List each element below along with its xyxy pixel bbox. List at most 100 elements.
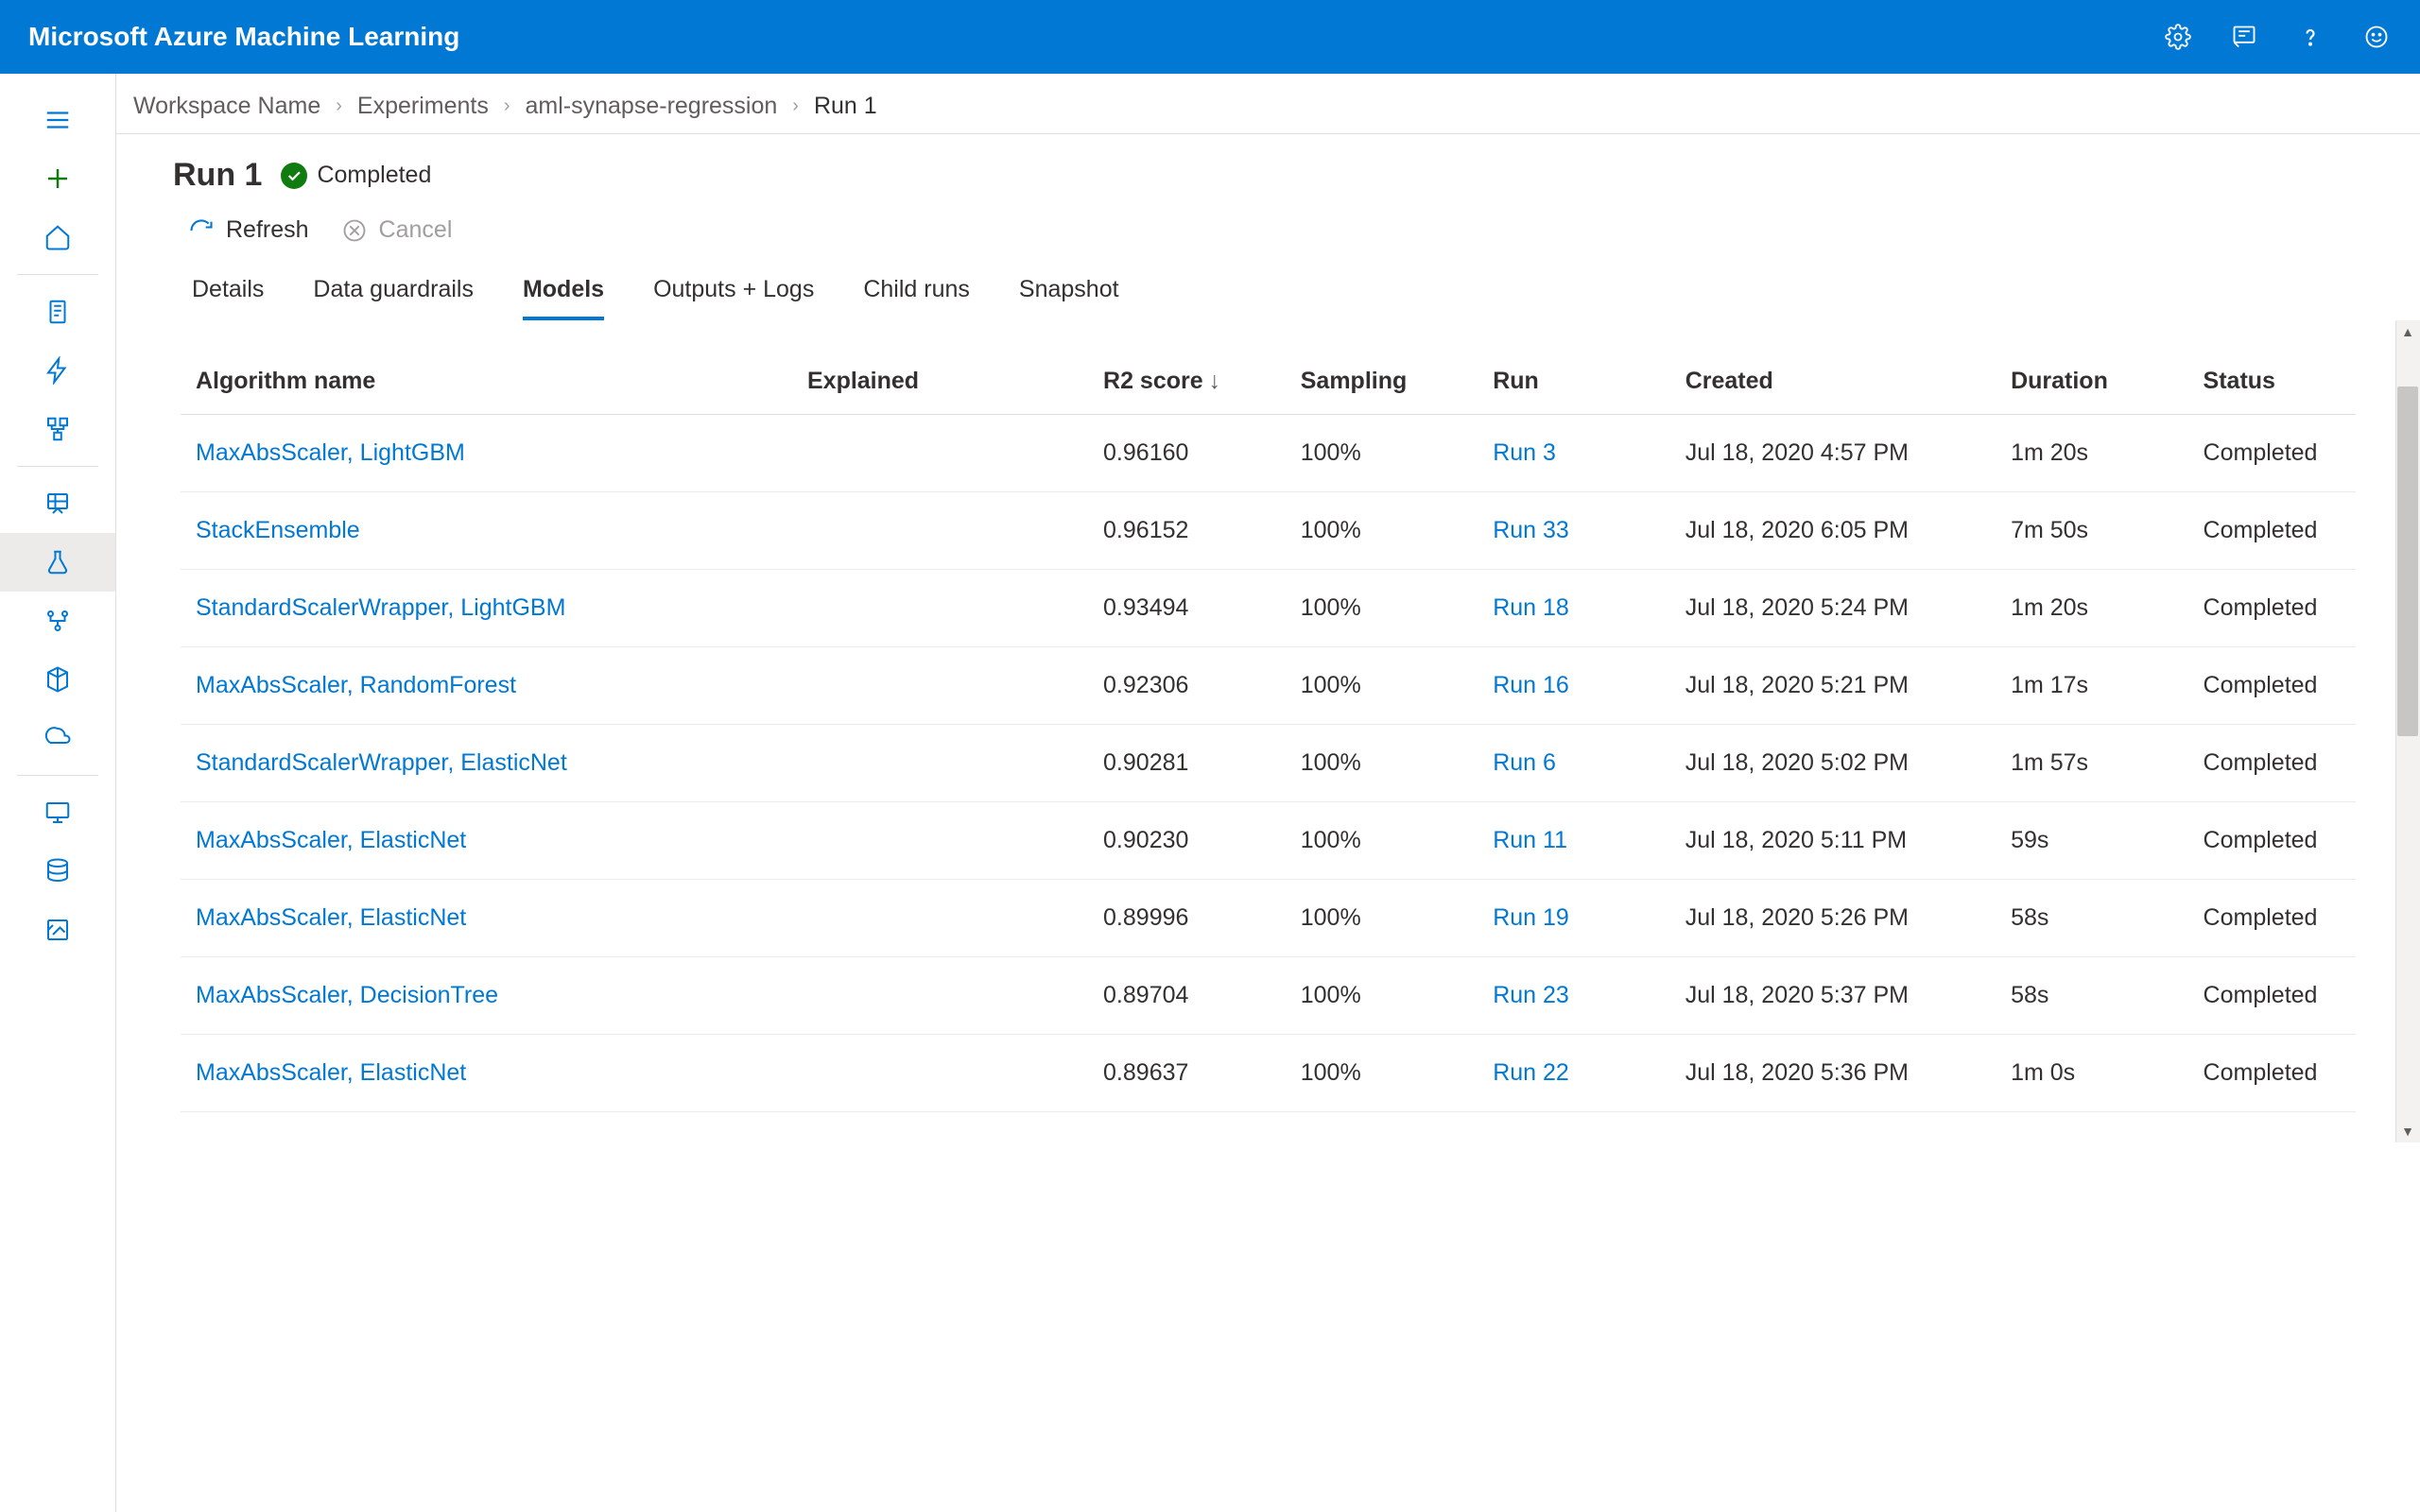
check-icon bbox=[281, 163, 307, 189]
smile-icon[interactable] bbox=[2361, 22, 2392, 52]
col-sampling[interactable]: Sampling bbox=[1286, 349, 1478, 415]
tabs: Details Data guardrails Models Outputs +… bbox=[116, 268, 2420, 320]
table-row: MaxAbsScaler, LightGBM0.96160100%Run 3Ju… bbox=[181, 415, 2356, 492]
scrollbar[interactable]: ▲ ▼ bbox=[2395, 320, 2420, 1143]
run-link[interactable]: Run 33 bbox=[1493, 517, 1569, 543]
breadcrumb-workspace[interactable]: Workspace Name bbox=[133, 93, 320, 120]
cell-sampling: 100% bbox=[1286, 647, 1478, 725]
tab-child-runs[interactable]: Child runs bbox=[863, 268, 970, 320]
main-content: Workspace Name › Experiments › aml-synap… bbox=[116, 74, 2420, 1512]
cell-duration: 58s bbox=[1996, 880, 2187, 957]
run-link[interactable]: Run 3 bbox=[1493, 439, 1556, 466]
cell-sampling: 100% bbox=[1286, 492, 1478, 570]
run-link[interactable]: Run 18 bbox=[1493, 594, 1569, 621]
scroll-thumb[interactable] bbox=[2397, 387, 2418, 736]
feedback-icon[interactable] bbox=[2229, 22, 2259, 52]
sidebar-hamburger[interactable] bbox=[0, 91, 115, 149]
sidebar-compute[interactable] bbox=[0, 783, 115, 842]
scroll-down-icon[interactable]: ▼ bbox=[2395, 1120, 2420, 1143]
cell-r2: 0.96152 bbox=[1088, 492, 1286, 570]
cell-duration: 1m 17s bbox=[1996, 647, 2187, 725]
cell-created: Jul 18, 2020 5:37 PM bbox=[1670, 957, 1996, 1035]
algorithm-link[interactable]: MaxAbsScaler, ElasticNet bbox=[196, 904, 466, 931]
refresh-button[interactable]: Refresh bbox=[188, 216, 309, 244]
col-duration[interactable]: Duration bbox=[1996, 349, 2187, 415]
cell-sampling: 100% bbox=[1286, 725, 1478, 802]
tab-snapshot[interactable]: Snapshot bbox=[1019, 268, 1119, 320]
col-algorithm[interactable]: Algorithm name bbox=[181, 349, 792, 415]
models-table: Algorithm name Explained R2 score↓ Sampl… bbox=[181, 349, 2356, 1112]
run-link[interactable]: Run 19 bbox=[1493, 904, 1569, 931]
table-row: StackEnsemble0.96152100%Run 33Jul 18, 20… bbox=[181, 492, 2356, 570]
scroll-up-icon[interactable]: ▲ bbox=[2395, 320, 2420, 343]
breadcrumb-experiments[interactable]: Experiments bbox=[357, 93, 489, 120]
sidebar-endpoints[interactable] bbox=[0, 709, 115, 767]
table-row: MaxAbsScaler, ElasticNet0.90230100%Run 1… bbox=[181, 802, 2356, 880]
cell-status: Completed bbox=[2188, 957, 2356, 1035]
cell-status: Completed bbox=[2188, 492, 2356, 570]
col-created[interactable]: Created bbox=[1670, 349, 1996, 415]
col-run[interactable]: Run bbox=[1478, 349, 1669, 415]
cancel-label: Cancel bbox=[379, 216, 453, 244]
cell-duration: 7m 50s bbox=[1996, 492, 2187, 570]
cell-explained bbox=[792, 415, 1088, 492]
cell-duration: 1m 20s bbox=[1996, 415, 2187, 492]
cell-status: Completed bbox=[2188, 880, 2356, 957]
cell-explained bbox=[792, 880, 1088, 957]
cell-explained bbox=[792, 725, 1088, 802]
sidebar-designer[interactable] bbox=[0, 400, 115, 458]
cell-status: Completed bbox=[2188, 725, 2356, 802]
cell-explained bbox=[792, 1035, 1088, 1112]
algorithm-link[interactable]: StandardScalerWrapper, ElasticNet bbox=[196, 749, 567, 776]
run-link[interactable]: Run 23 bbox=[1493, 982, 1569, 1008]
algorithm-link[interactable]: MaxAbsScaler, RandomForest bbox=[196, 672, 516, 698]
algorithm-link[interactable]: StandardScalerWrapper, LightGBM bbox=[196, 594, 565, 621]
algorithm-link[interactable]: MaxAbsScaler, ElasticNet bbox=[196, 827, 466, 853]
breadcrumb-current: Run 1 bbox=[814, 93, 877, 120]
sidebar-notebooks[interactable] bbox=[0, 283, 115, 341]
tab-outputs-logs[interactable]: Outputs + Logs bbox=[653, 268, 814, 320]
run-status-label: Completed bbox=[317, 162, 431, 189]
tab-data-guardrails[interactable]: Data guardrails bbox=[313, 268, 474, 320]
sidebar-models[interactable] bbox=[0, 650, 115, 709]
run-link[interactable]: Run 22 bbox=[1493, 1059, 1569, 1086]
chevron-right-icon: › bbox=[792, 95, 799, 117]
cell-explained bbox=[792, 570, 1088, 647]
sidebar-datasets[interactable] bbox=[0, 474, 115, 533]
table-row: MaxAbsScaler, RandomForest0.92306100%Run… bbox=[181, 647, 2356, 725]
algorithm-link[interactable]: StackEnsemble bbox=[196, 517, 360, 543]
run-link[interactable]: Run 11 bbox=[1493, 827, 1567, 853]
tab-models[interactable]: Models bbox=[523, 268, 604, 320]
toolbar: Refresh Cancel bbox=[116, 203, 2420, 268]
cell-explained bbox=[792, 802, 1088, 880]
algorithm-link[interactable]: MaxAbsScaler, ElasticNet bbox=[196, 1059, 466, 1086]
sidebar-home[interactable] bbox=[0, 208, 115, 266]
col-explained[interactable]: Explained bbox=[792, 349, 1088, 415]
topbar-actions bbox=[2163, 22, 2392, 52]
refresh-label: Refresh bbox=[226, 216, 309, 244]
sidebar-experiments[interactable] bbox=[0, 533, 115, 592]
tab-details[interactable]: Details bbox=[192, 268, 264, 320]
col-r2[interactable]: R2 score↓ bbox=[1088, 349, 1286, 415]
cell-sampling: 100% bbox=[1286, 957, 1478, 1035]
sidebar bbox=[0, 74, 116, 1512]
cell-r2: 0.89996 bbox=[1088, 880, 1286, 957]
algorithm-link[interactable]: MaxAbsScaler, DecisionTree bbox=[196, 982, 498, 1008]
sidebar-labeling[interactable] bbox=[0, 901, 115, 959]
cell-sampling: 100% bbox=[1286, 880, 1478, 957]
cell-created: Jul 18, 2020 5:36 PM bbox=[1670, 1035, 1996, 1112]
cell-created: Jul 18, 2020 5:26 PM bbox=[1670, 880, 1996, 957]
sidebar-automl[interactable] bbox=[0, 341, 115, 400]
col-status[interactable]: Status bbox=[2188, 349, 2356, 415]
sidebar-pipelines[interactable] bbox=[0, 592, 115, 650]
settings-icon[interactable] bbox=[2163, 22, 2193, 52]
run-link[interactable]: Run 16 bbox=[1493, 672, 1569, 698]
help-icon[interactable] bbox=[2295, 22, 2325, 52]
sidebar-new[interactable] bbox=[0, 149, 115, 208]
run-link[interactable]: Run 6 bbox=[1493, 749, 1556, 776]
algorithm-link[interactable]: MaxAbsScaler, LightGBM bbox=[196, 439, 465, 466]
breadcrumb-experiment-name[interactable]: aml-synapse-regression bbox=[526, 93, 778, 120]
cell-sampling: 100% bbox=[1286, 570, 1478, 647]
cell-explained bbox=[792, 492, 1088, 570]
sidebar-datastores[interactable] bbox=[0, 842, 115, 901]
